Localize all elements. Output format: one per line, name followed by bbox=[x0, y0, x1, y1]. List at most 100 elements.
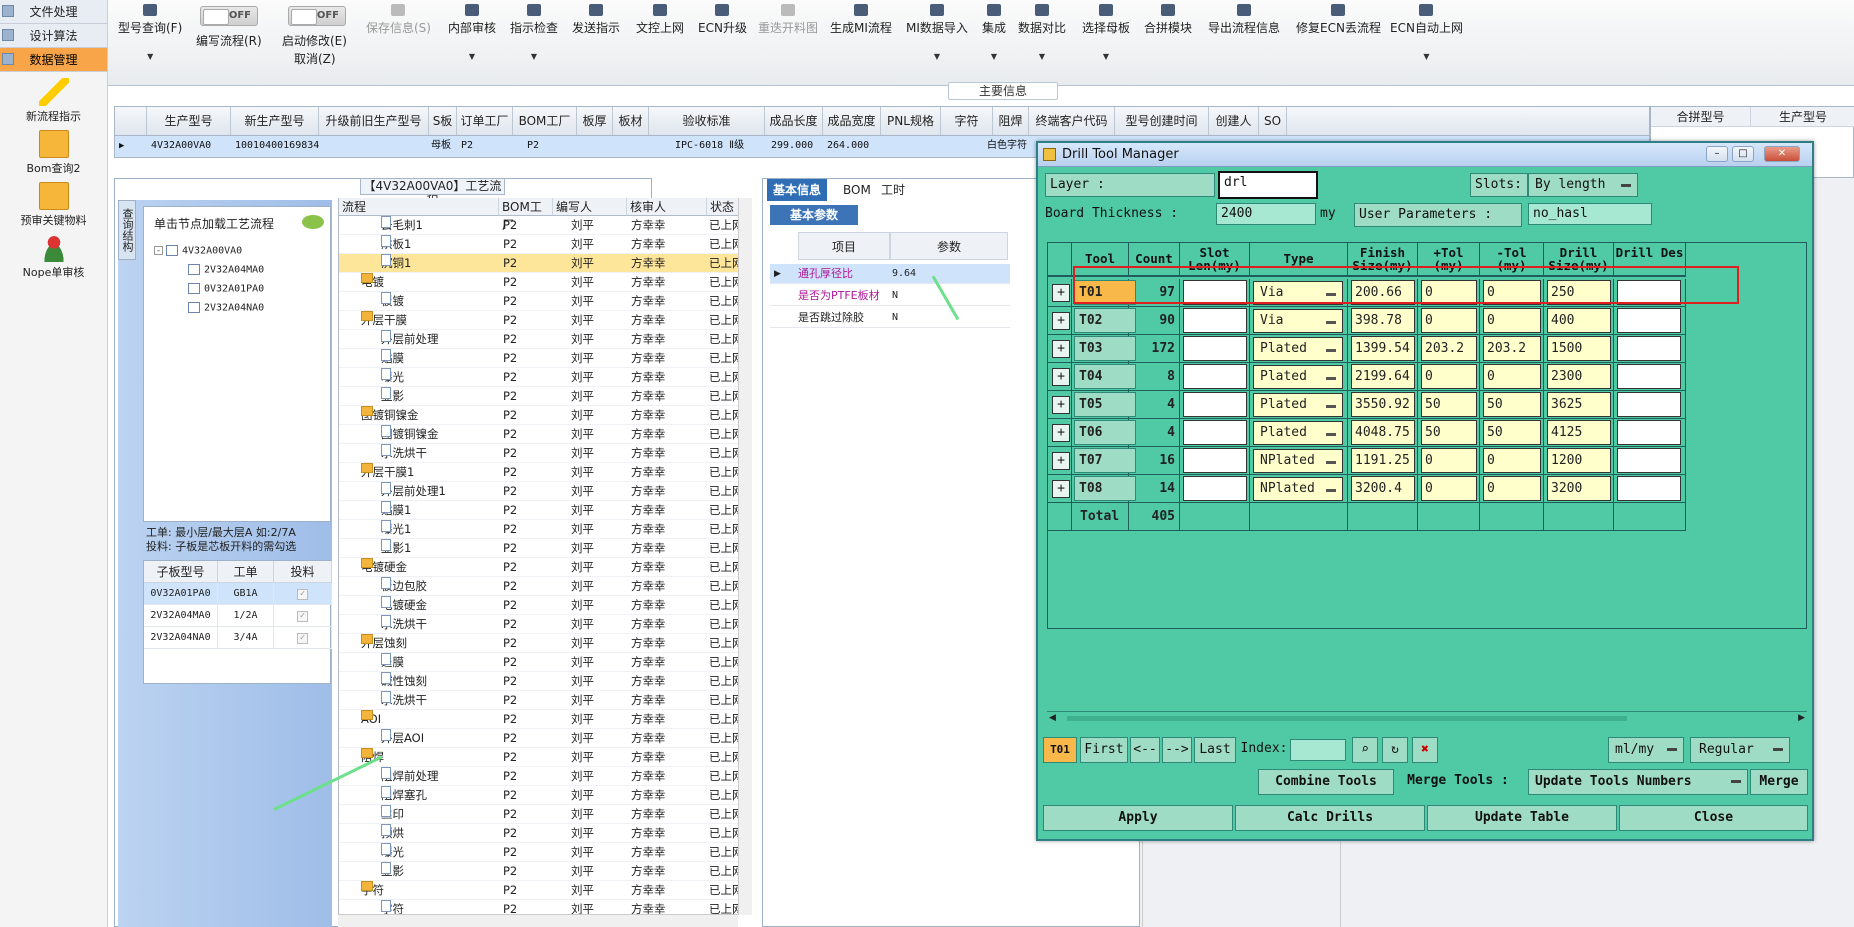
layer-input[interactable]: drl bbox=[1218, 171, 1318, 199]
integrate-button[interactable]: 集成 ▼ bbox=[982, 2, 1006, 61]
tool-button[interactable]: T07 bbox=[1074, 448, 1136, 473]
process-row[interactable]: 曝光 P2 刘平 方幸幸 已上网 bbox=[339, 843, 739, 862]
cell[interactable]: IPC-6018 Ⅱ级 bbox=[675, 136, 744, 156]
ecn-upgrade-button[interactable]: ECN升级 bbox=[698, 2, 747, 36]
expand-icon[interactable]: + bbox=[1052, 424, 1070, 442]
nav-item-bom-query[interactable]: Bom查询2 bbox=[0, 130, 107, 176]
slot-len-input[interactable] bbox=[1183, 308, 1247, 333]
col-header[interactable]: PNL规格 bbox=[881, 107, 941, 135]
expand-icon[interactable]: + bbox=[1052, 452, 1070, 470]
feed-checkbox[interactable]: ✓ bbox=[274, 605, 332, 627]
tool-button[interactable]: T02 bbox=[1074, 308, 1136, 333]
refresh-icon[interactable]: ↻ bbox=[1382, 737, 1408, 763]
repair-ecn-button[interactable]: 修复ECN丢流程 bbox=[1296, 2, 1381, 36]
col-header[interactable]: 验收标准 bbox=[649, 107, 765, 135]
cell[interactable]: 母板 bbox=[431, 136, 451, 156]
drill-input[interactable]: 400 bbox=[1547, 308, 1611, 333]
slot-len-input[interactable] bbox=[1183, 420, 1247, 445]
process-row[interactable]: 阻焊前处理 P2 刘平 方幸幸 已上网 bbox=[339, 767, 739, 786]
grid-horizontal-scrollbar[interactable]: ◀ ▶ bbox=[1047, 711, 1807, 725]
finish-input[interactable]: 3550.92 bbox=[1351, 392, 1415, 417]
col-header[interactable]: BOM工厂 bbox=[513, 107, 577, 135]
drill-input[interactable]: 3200 bbox=[1547, 476, 1611, 501]
type-select[interactable]: Plated bbox=[1253, 421, 1343, 445]
side-tab-query[interactable]: 查询结构 bbox=[118, 200, 136, 260]
process-row[interactable]: 烘板1 P2 刘平 方幸幸 已上网 bbox=[339, 235, 739, 254]
param-value[interactable]: N bbox=[892, 286, 898, 306]
col-header[interactable]: 生产型号 bbox=[147, 107, 231, 135]
drill-input[interactable]: 4125 bbox=[1547, 420, 1611, 445]
process-row[interactable]: 显影 P2 刘平 方幸幸 已上网 bbox=[339, 387, 739, 406]
close-icon[interactable]: ✕ bbox=[1764, 146, 1800, 162]
doc-online-button[interactable]: 文控上网 bbox=[636, 2, 684, 36]
process-row[interactable]: 沉铜1 P2 刘平 方幸幸 已上网 bbox=[339, 254, 739, 273]
finish-input[interactable]: 398.78 bbox=[1351, 308, 1415, 333]
model-query-button[interactable]: 型号查询(F) ▼ bbox=[118, 2, 182, 61]
col-header[interactable]: 子板型号 bbox=[144, 561, 218, 583]
finish-input[interactable]: 2199.64 bbox=[1351, 364, 1415, 389]
process-row[interactable]: 水洗烘干 P2 刘平 方幸幸 已上网 bbox=[339, 691, 739, 710]
nav-item-new-flow[interactable]: 新流程指示 bbox=[0, 78, 107, 124]
type-select[interactable]: NPlated bbox=[1253, 477, 1343, 501]
col-header[interactable]: 核审人 bbox=[627, 198, 707, 216]
process-row[interactable]: -字符 P2 刘平 方幸幸 已上网 bbox=[339, 881, 739, 900]
nav-item-pre-review[interactable]: 预审关键物料 bbox=[0, 182, 107, 228]
tool-button[interactable]: T06 bbox=[1074, 420, 1136, 445]
col-header[interactable]: 状态 bbox=[707, 198, 739, 216]
indication-check-button[interactable]: 指示检查 ▼ bbox=[510, 2, 558, 61]
process-row[interactable]: 退膜 P2 刘平 方幸幸 已上网 bbox=[339, 653, 739, 672]
window-title-bar[interactable]: Drill Tool Manager – □ ✕ bbox=[1038, 143, 1812, 167]
cell[interactable]: 2V32A04NA0 bbox=[144, 627, 218, 649]
ecn-auto-online-button[interactable]: ECN自动上网 ▼ bbox=[1390, 2, 1463, 61]
cell[interactable]: 10010400169834 bbox=[235, 136, 319, 156]
ptol-input[interactable]: 50 bbox=[1421, 420, 1477, 445]
tab-hours[interactable]: 工时 bbox=[875, 179, 911, 201]
ntol-input[interactable]: 0 bbox=[1483, 476, 1541, 501]
drill-des-input[interactable] bbox=[1617, 336, 1681, 361]
process-row[interactable]: 外层AOI P2 刘平 方幸幸 已上网 bbox=[339, 729, 739, 748]
vertical-scrollbar[interactable] bbox=[738, 198, 752, 915]
feed-checkbox[interactable]: ✓ bbox=[274, 627, 332, 649]
slot-len-input[interactable] bbox=[1183, 448, 1247, 473]
process-row[interactable]: 阻焊塞孔 P2 刘平 方幸幸 已上网 bbox=[339, 786, 739, 805]
user-params-input[interactable]: no_hasl bbox=[1528, 203, 1652, 225]
col-header[interactable]: 板厚 bbox=[577, 107, 613, 135]
finish-input[interactable]: 1399.54 bbox=[1351, 336, 1415, 361]
tool-button[interactable]: T03 bbox=[1074, 336, 1136, 361]
process-row[interactable]: -外层干膜1 P2 刘平 方幸幸 已上网 bbox=[339, 463, 739, 482]
close-button[interactable]: Close bbox=[1619, 805, 1808, 831]
expand-icon[interactable]: + bbox=[1052, 284, 1070, 302]
drill-des-input[interactable] bbox=[1617, 308, 1681, 333]
cell[interactable]: GB1A bbox=[218, 583, 274, 605]
col-header[interactable]: 流程 bbox=[339, 198, 499, 216]
unit-select[interactable]: ml/my bbox=[1608, 737, 1684, 763]
cell[interactable]: 3/4A bbox=[218, 627, 274, 649]
ptol-input[interactable]: 50 bbox=[1421, 392, 1477, 417]
send-indication-button[interactable]: 发送指示 bbox=[572, 2, 620, 36]
prev-button[interactable]: <-- bbox=[1130, 737, 1160, 763]
next-button[interactable]: --> bbox=[1162, 737, 1192, 763]
process-row[interactable]: 电镀硬金 P2 刘平 方幸幸 已上网 bbox=[339, 596, 739, 615]
tool-button[interactable]: T08 bbox=[1074, 476, 1136, 501]
process-row[interactable]: -电镀 P2 刘平 方幸幸 已上网 bbox=[339, 273, 739, 292]
col-header[interactable]: 生产型号 bbox=[1751, 107, 1854, 127]
process-row[interactable]: 外层前处理 P2 刘平 方幸幸 已上网 bbox=[339, 330, 739, 349]
nav-tab-file[interactable]: 文件处理 bbox=[0, 0, 107, 24]
process-row[interactable]: -电镀硬金 P2 刘平 方幸幸 已上网 bbox=[339, 558, 739, 577]
calc-drills-button[interactable]: Calc Drills bbox=[1235, 805, 1425, 831]
tool-button[interactable]: T04 bbox=[1074, 364, 1136, 389]
gen-mi-flow-button[interactable]: 生成MI流程 bbox=[830, 2, 892, 36]
col-header[interactable]: 升级前旧生产型号 bbox=[319, 107, 429, 135]
slot-len-input[interactable] bbox=[1183, 336, 1247, 361]
col-header[interactable]: 参数 bbox=[890, 232, 1008, 260]
type-select[interactable]: Plated bbox=[1253, 337, 1343, 361]
tree-node-root[interactable]: - 4V32A00VA0 bbox=[154, 245, 242, 257]
cell[interactable]: 白色字符 bbox=[987, 136, 1027, 156]
process-row[interactable]: 显影1 P2 刘平 方幸幸 已上网 bbox=[339, 539, 739, 558]
start-modify-toggle[interactable]: OFF bbox=[288, 6, 346, 26]
process-row[interactable]: 板边包胶 P2 刘平 方幸幸 已上网 bbox=[339, 577, 739, 596]
drill-input[interactable]: 3625 bbox=[1547, 392, 1611, 417]
cell[interactable]: 1/2A bbox=[218, 605, 274, 627]
save-info-button[interactable]: 保存信息(S) bbox=[366, 2, 431, 36]
feed-checkbox[interactable]: ✓ bbox=[274, 583, 332, 605]
